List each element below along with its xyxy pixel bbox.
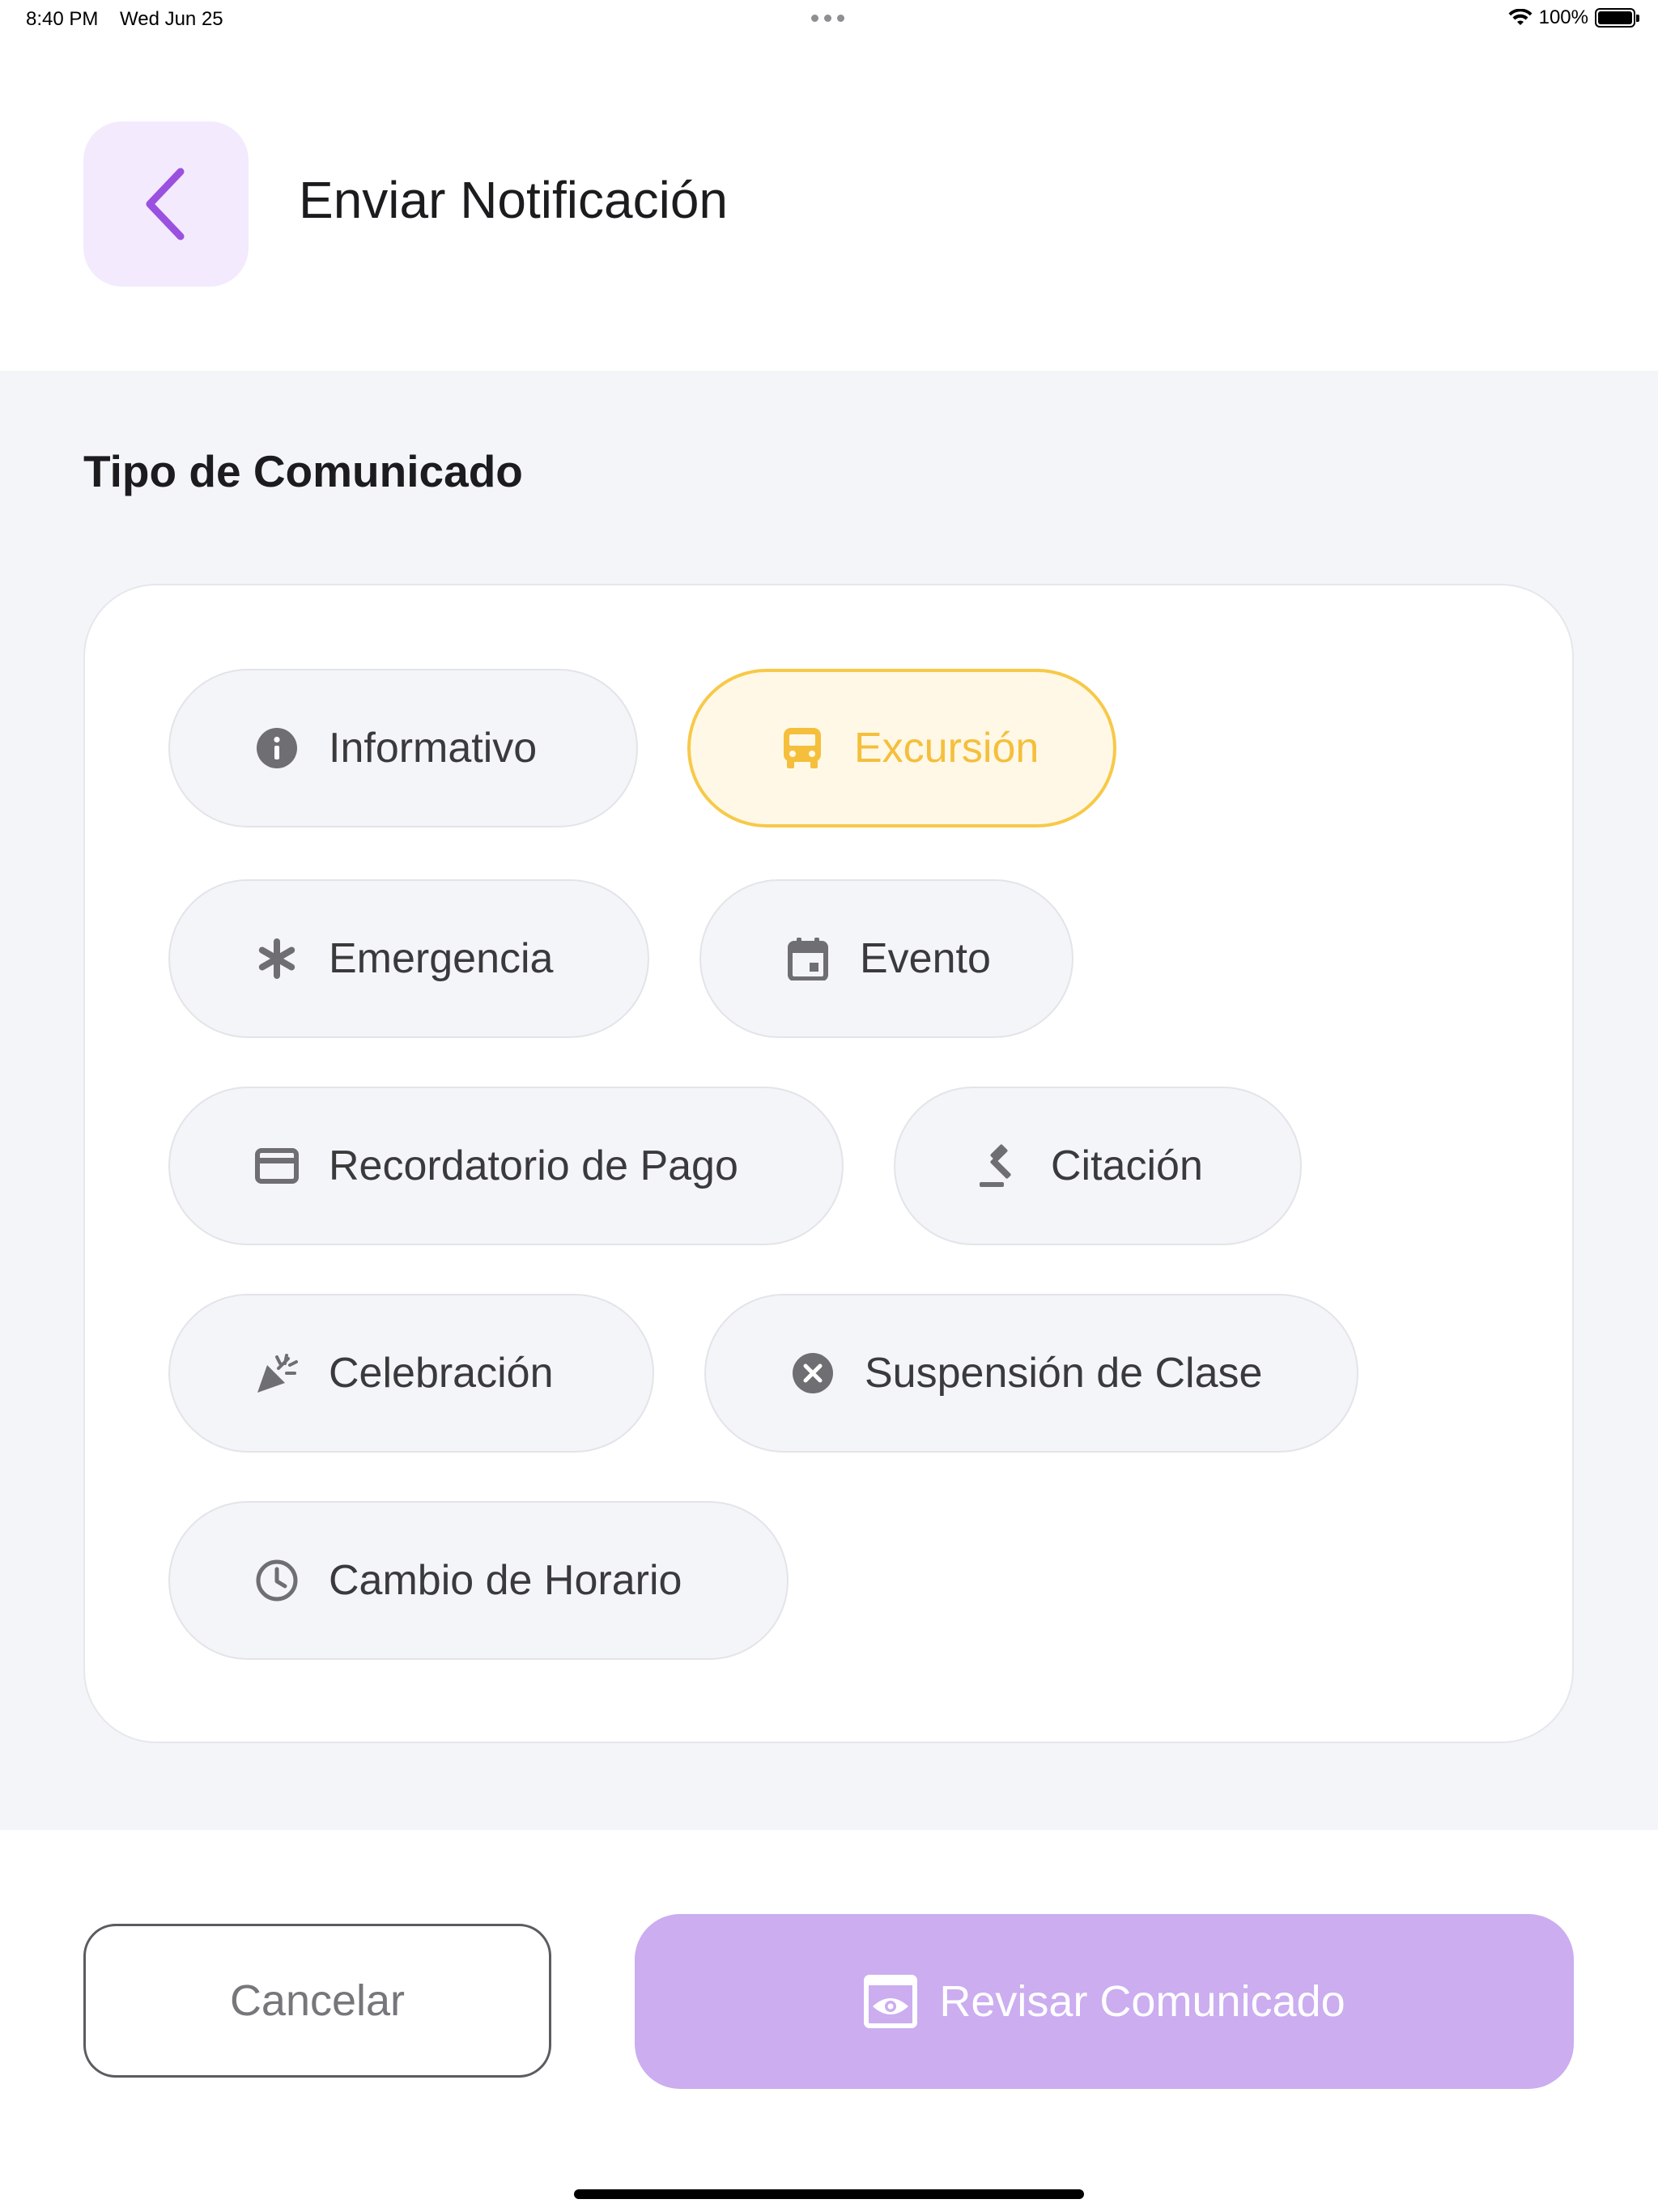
wifi-icon bbox=[1508, 9, 1533, 25]
chip-label: Suspensión de Clase bbox=[865, 1350, 1263, 1397]
credit-card-icon bbox=[254, 1143, 300, 1189]
cancel-label: Cancelar bbox=[229, 1976, 406, 2025]
info-icon bbox=[254, 725, 300, 771]
chip-label: Cambio de Horario bbox=[329, 1557, 682, 1604]
review-label: Revisar Comunicado bbox=[939, 1977, 1346, 2026]
communication-type-section: Tipo de Comunicado Informativo Excursión… bbox=[0, 371, 1658, 1830]
status-right: 100% bbox=[1508, 6, 1639, 29]
battery-percent: 100% bbox=[1538, 6, 1588, 28]
chip-recordatorio-de-pago[interactable]: Recordatorio de Pago bbox=[168, 1087, 844, 1245]
chip-celebracion[interactable]: Celebración bbox=[168, 1294, 654, 1453]
home-indicator[interactable] bbox=[574, 2189, 1084, 2199]
multitasking-dots-icon[interactable] bbox=[811, 8, 844, 22]
clock-icon bbox=[254, 1558, 300, 1603]
chip-label: Evento bbox=[860, 935, 991, 982]
chip-label: Citación bbox=[1051, 1142, 1203, 1189]
cancel-button[interactable]: Cancelar bbox=[83, 1924, 551, 2078]
chip-card: Informativo Excursión Emergencia Evento … bbox=[83, 584, 1574, 1743]
chip-citacion[interactable]: Citación bbox=[894, 1087, 1302, 1245]
preview-eye-icon bbox=[864, 1975, 918, 2028]
chip-label: Emergencia bbox=[329, 935, 554, 982]
section-title: Tipo de Comunicado bbox=[83, 446, 523, 496]
battery-level-fill bbox=[1598, 11, 1632, 24]
chip-suspension-de-clase[interactable]: Suspensión de Clase bbox=[704, 1294, 1358, 1453]
chip-label: Recordatorio de Pago bbox=[329, 1142, 738, 1189]
chip-emergencia[interactable]: Emergencia bbox=[168, 879, 649, 1038]
chip-evento[interactable]: Evento bbox=[699, 879, 1073, 1038]
app-screen: 8:40 PM Wed Jun 25 100% Enviar Notificac… bbox=[0, 0, 1658, 2212]
calendar-icon bbox=[785, 936, 831, 981]
chip-label: Excursión bbox=[854, 725, 1039, 772]
gavel-icon bbox=[976, 1143, 1022, 1189]
chip-excursion[interactable]: Excursión bbox=[687, 669, 1116, 827]
page-title: Enviar Notificación bbox=[299, 171, 728, 229]
chip-label: Informativo bbox=[329, 725, 538, 772]
bus-icon bbox=[780, 725, 825, 771]
chip-cambio-de-horario[interactable]: Cambio de Horario bbox=[168, 1501, 789, 1660]
chip-informativo[interactable]: Informativo bbox=[168, 669, 638, 827]
chip-label: Celebración bbox=[329, 1350, 554, 1397]
status-time: 8:40 PM bbox=[26, 8, 99, 30]
status-date: Wed Jun 25 bbox=[120, 8, 223, 30]
back-button[interactable] bbox=[83, 121, 249, 287]
cancel-circle-icon bbox=[790, 1351, 835, 1396]
status-bar: 8:40 PM Wed Jun 25 100% bbox=[0, 0, 1658, 39]
party-popper-icon bbox=[254, 1351, 300, 1396]
chevron-left-icon bbox=[146, 168, 185, 240]
battery-icon bbox=[1595, 8, 1639, 28]
review-button[interactable]: Revisar Comunicado bbox=[635, 1914, 1574, 2089]
asterisk-icon bbox=[254, 936, 300, 981]
